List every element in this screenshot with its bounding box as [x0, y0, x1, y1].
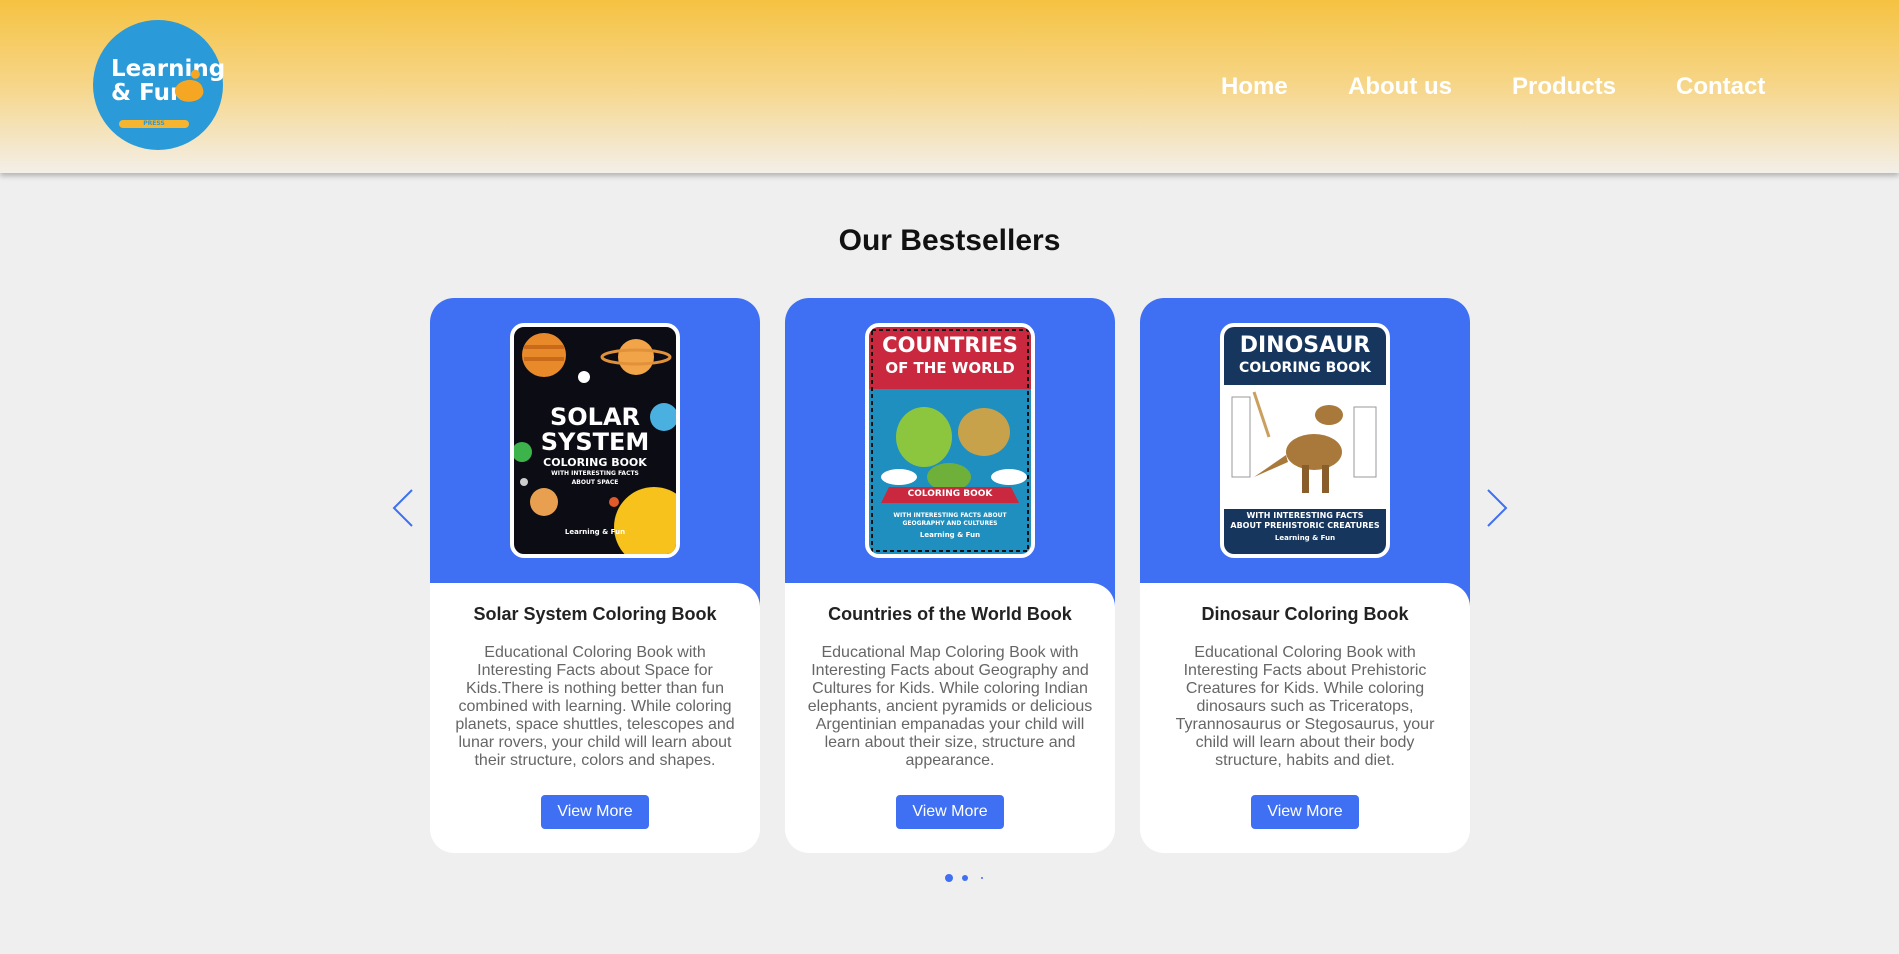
product-card: SOLAR SYSTEM COLORING BOOK WITH INTEREST… — [430, 298, 760, 853]
cover-title-line1: COUNTRIES — [882, 333, 1018, 357]
card-description: Educational Coloring Book with Interesti… — [455, 644, 735, 769]
logo[interactable]: Learning & Fun PRESS — [93, 20, 226, 150]
cover-title-line2: OF THE WORLD — [885, 359, 1015, 377]
cover-tagline: WITH INTERESTING FACTS ABOUT PREHISTORIC… — [1230, 511, 1380, 530]
pagination-dot-3[interactable] — [981, 877, 983, 879]
carousel-pagination — [0, 873, 1899, 883]
card-title: Dinosaur Coloring Book — [1201, 604, 1409, 624]
nav-products[interactable]: Products — [1512, 73, 1616, 101]
cover-tagline: WITH INTERESTING FACTS ABOUT GEOGRAPHY A… — [893, 512, 1007, 527]
view-more-button[interactable]: View More — [896, 795, 1004, 829]
dinosaur-book-cover[interactable]: DINOSAUR COLORING BOOK WITH INTERESTING … — [1220, 323, 1390, 558]
view-more-button[interactable]: View More — [1251, 795, 1359, 829]
countries-book-cover[interactable]: COUNTRIES OF THE WORLD COLORING BOOK WIT… — [865, 323, 1035, 558]
solar-system-book-cover[interactable]: SOLAR SYSTEM COLORING BOOK WITH INTEREST… — [510, 323, 680, 558]
site-header: Learning & Fun PRESS Home About us Produ… — [0, 0, 1899, 173]
card-title: Countries of the World Book — [828, 604, 1072, 624]
cover-title-line2: COLORING BOOK — [1239, 360, 1371, 376]
nav-home[interactable]: Home — [1221, 73, 1288, 101]
card-title: Solar System Coloring Book — [473, 604, 717, 624]
logo-tag: PRESS — [119, 120, 189, 128]
product-card: COUNTRIES OF THE WORLD COLORING BOOK WIT… — [785, 298, 1115, 853]
product-card: DINOSAUR COLORING BOOK WITH INTERESTING … — [1140, 298, 1470, 853]
cover-title-line1: DINOSAUR — [1239, 333, 1371, 358]
cover-brand: Learning & Fun — [1274, 534, 1336, 542]
cover-tagline: WITH INTERESTING FACTS — [551, 470, 639, 477]
cover-tagline-2: ABOUT SPACE — [571, 479, 619, 486]
card-description: Educational Coloring Book with Interesti… — [1175, 644, 1435, 769]
cover-brand: Learning & Fun — [564, 528, 626, 536]
nav-about-us[interactable]: About us — [1348, 73, 1452, 101]
cover-subtitle: COLORING BOOK — [907, 489, 993, 499]
card-description: Educational Map Coloring Book with Inter… — [807, 644, 1093, 769]
section-title: Our Bestsellers — [838, 224, 1061, 257]
logo-text-line1: Learning — [111, 56, 226, 82]
cover-brand: Learning & Fun — [919, 531, 981, 539]
nav-contact[interactable]: Contact — [1676, 73, 1765, 101]
cover-title-line2: SYSTEM — [540, 428, 650, 456]
pagination-dot-2[interactable] — [962, 875, 968, 881]
chevron-right-icon[interactable] — [1484, 487, 1510, 529]
view-more-button[interactable]: View More — [541, 795, 649, 829]
cover-subtitle: COLORING BOOK — [543, 456, 647, 469]
chevron-left-icon[interactable] — [390, 487, 416, 529]
cover-title-line1: SOLAR — [549, 403, 641, 431]
pagination-dot-1[interactable] — [945, 874, 953, 882]
